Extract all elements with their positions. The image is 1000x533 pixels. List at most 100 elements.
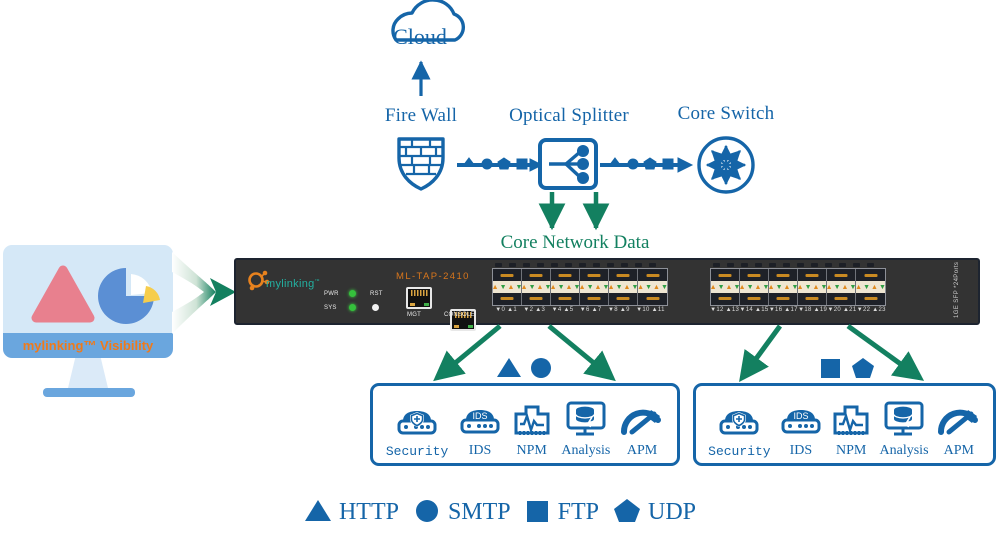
reset-button[interactable] — [372, 304, 379, 311]
packet-flow-right — [600, 157, 694, 173]
sfp-arrow-down-green: ▼ — [557, 282, 565, 291]
sfp-led — [509, 263, 516, 267]
sfp-led — [839, 263, 846, 267]
sfp-arrow-up-orange: ▲ — [536, 282, 544, 291]
sfp-arrow-up-orange: ▲ — [855, 282, 863, 291]
circle-icon — [413, 498, 441, 527]
sfp-arrow-up-orange: ▲ — [623, 282, 631, 291]
sfp-arrow-down-green: ▼ — [746, 282, 754, 291]
ids-appliance-icon: IDS — [779, 407, 823, 442]
core-switch-label: Core Switch — [677, 103, 775, 124]
ids-appliance-icon: IDS — [458, 407, 502, 442]
sfp-port-label: ▼12 ▲13 — [710, 307, 740, 313]
tool-apm[interactable]: APM — [620, 405, 664, 459]
sfp-arrow-down-green: ▼ — [586, 282, 594, 291]
sfp-cell[interactable]: ▲ ▼ ▲ ▼ — [855, 269, 886, 305]
sfp-arrow-down-green: ▼ — [528, 282, 536, 291]
sfp-port-label: ▼16 ▲17 — [768, 307, 798, 313]
sfp-port-label: ▼18 ▲19 — [798, 307, 828, 313]
sfp-left-top-leds — [495, 263, 663, 267]
sfp-indicator-strip: ▲ ▼ ▲ ▼ — [797, 281, 827, 293]
legend-label: FTP — [557, 499, 600, 525]
security-appliance-icon — [717, 408, 761, 443]
sfp-port-group-right[interactable]: ▲ ▼ ▲ ▼ ▲ ▼ ▲ ▼ ▲ ▼ ▲ ▼ ▲ ▼ ▲ ▼ ▲ ▼ ▲ ▼ ▲ ▼ ▲ ▼ — [710, 268, 886, 306]
sfp-cell[interactable]: ▲ ▼ ▲ ▼ — [710, 269, 740, 305]
cloud-label: Cloud — [393, 24, 447, 49]
square-icon — [821, 359, 840, 378]
sfp-led — [621, 263, 628, 267]
tool-npm[interactable]: NPM — [831, 403, 871, 459]
sfp-cell[interactable]: ▲ ▼ ▲ ▼ — [608, 269, 638, 305]
tool-security[interactable]: Security — [386, 408, 448, 459]
tool-apm[interactable]: APM — [937, 405, 981, 459]
sfp-cell[interactable]: ▲ ▼ ▲ ▼ — [520, 269, 551, 305]
sfp-led — [537, 263, 544, 267]
tool-ids[interactable]: IDS IDS — [458, 407, 502, 459]
sfp-led — [867, 263, 874, 267]
sfp-cell[interactable]: ▲ ▼ ▲ ▼ — [797, 269, 827, 305]
circle-icon — [531, 358, 551, 378]
triangle-icon — [497, 358, 521, 377]
sfp-port-label: ▼8 ▲9 — [607, 307, 630, 313]
led-sys — [349, 304, 356, 311]
tool-label: APM — [626, 443, 658, 458]
analysis-database-monitor-icon — [883, 401, 925, 442]
sfp-led — [797, 263, 804, 267]
right-flow-markers — [821, 358, 874, 378]
tool-box-left: Security IDS IDS NPM Analysis APM — [370, 383, 680, 466]
sfp-led — [635, 263, 642, 267]
sfp-arrow-up-orange: ▲ — [565, 282, 573, 291]
sfp-led — [811, 263, 818, 267]
tool-npm[interactable]: NPM — [512, 403, 552, 459]
sfp-cell[interactable]: ▲ ▼ ▲ ▼ — [579, 269, 609, 305]
port-mgt[interactable] — [406, 287, 432, 309]
appliance-side-text: 1GE SFP *24Ports — [954, 261, 960, 318]
optical-splitter-icon — [538, 138, 598, 190]
tool-security[interactable]: Security — [708, 408, 771, 459]
sfp-cell[interactable]: ▲ ▼ ▲ ▼ — [550, 269, 580, 305]
apm-gauge-icon — [620, 405, 664, 442]
sfp-arrow-up-orange: ▲ — [507, 282, 515, 291]
sfp-arrow-up-orange: ▲ — [871, 282, 878, 291]
sfp-latch-top — [558, 274, 572, 277]
left-flow-markers — [497, 358, 551, 378]
tool-label: Analysis — [879, 443, 929, 458]
sfp-latch-top — [776, 274, 790, 277]
tool-label: Analysis — [561, 443, 611, 458]
sfp-latch-bottom — [834, 297, 848, 300]
sfp-arrow-up-orange: ▲ — [520, 282, 528, 291]
tool-analysis[interactable]: Analysis — [880, 401, 929, 459]
sfp-indicator-strip: ▲ ▼ ▲ ▼ — [550, 281, 580, 293]
sfp-port-group-left[interactable]: ▲ ▼ ▲ ▼ ▲ ▼ ▲ ▼ ▲ ▼ ▲ ▼ ▲ ▼ ▲ ▼ ▲ ▼ ▲ ▼ ▲ ▼ ▲ ▼ — [492, 268, 668, 306]
led-label-sys: SYS — [324, 305, 337, 311]
tool-box-right: Security IDS IDS NPM Analysis APM — [693, 383, 996, 466]
sfp-indicator-strip: ▲ ▼ ▲ ▼ — [608, 281, 638, 293]
sfp-cell[interactable]: ▲ ▼ ▲ ▼ — [768, 269, 798, 305]
tool-label: NPM — [516, 443, 547, 458]
sfp-arrow-up-orange: ▲ — [653, 282, 660, 291]
network-tap-appliance: mylinking™ ML-TAP-2410 PWR SYS RST MGT C… — [234, 258, 980, 331]
tool-analysis[interactable]: Analysis — [561, 401, 610, 459]
sfp-arrow-down-green: ▼ — [615, 282, 623, 291]
splitter-to-device-arrows — [538, 192, 610, 231]
tool-ids[interactable]: IDS IDS — [779, 407, 823, 459]
tool-row: Security IDS IDS NPM Analysis APM — [696, 386, 993, 463]
sfp-latch-top — [747, 274, 761, 277]
legend: HTTP SMTP FTP UDP — [0, 498, 1000, 527]
sfp-led — [565, 263, 572, 267]
sfp-right-port-labels: ▼12 ▲13 ▼14 ▲15 ▼16 ▲17 ▼18 ▲19 ▼20 ▲21 ▼22 ▲… — [710, 307, 886, 313]
sfp-indicator-strip: ▲ ▼ ▲ ▼ — [739, 281, 769, 293]
sfp-arrow-down-green: ▼ — [775, 282, 783, 291]
sfp-arrow-down-green: ▼ — [878, 282, 886, 291]
sfp-led — [755, 263, 762, 267]
sfp-cell[interactable]: ▲ ▼ ▲ ▼ — [739, 269, 769, 305]
sfp-cell[interactable]: ▲ ▼ ▲ ▼ — [492, 269, 522, 305]
sfp-right-top-leds — [713, 263, 881, 267]
sfp-left-port-labels: ▼0 ▲1 ▼2 ▲3 ▼4 ▲5 ▼6 ▲7 ▼8 ▲9 ▼10 ▲11 — [492, 307, 668, 313]
sfp-latch-bottom — [500, 297, 514, 300]
sfp-arrow-down-green: ▼ — [660, 282, 668, 291]
sfp-latch-bottom — [529, 297, 543, 300]
sfp-indicator-strip: ▲ ▼ ▲ ▼ — [492, 281, 522, 293]
sfp-cell[interactable]: ▲ ▼ ▲ ▼ — [637, 269, 668, 305]
sfp-cell[interactable]: ▲ ▼ ▲ ▼ — [826, 269, 856, 305]
